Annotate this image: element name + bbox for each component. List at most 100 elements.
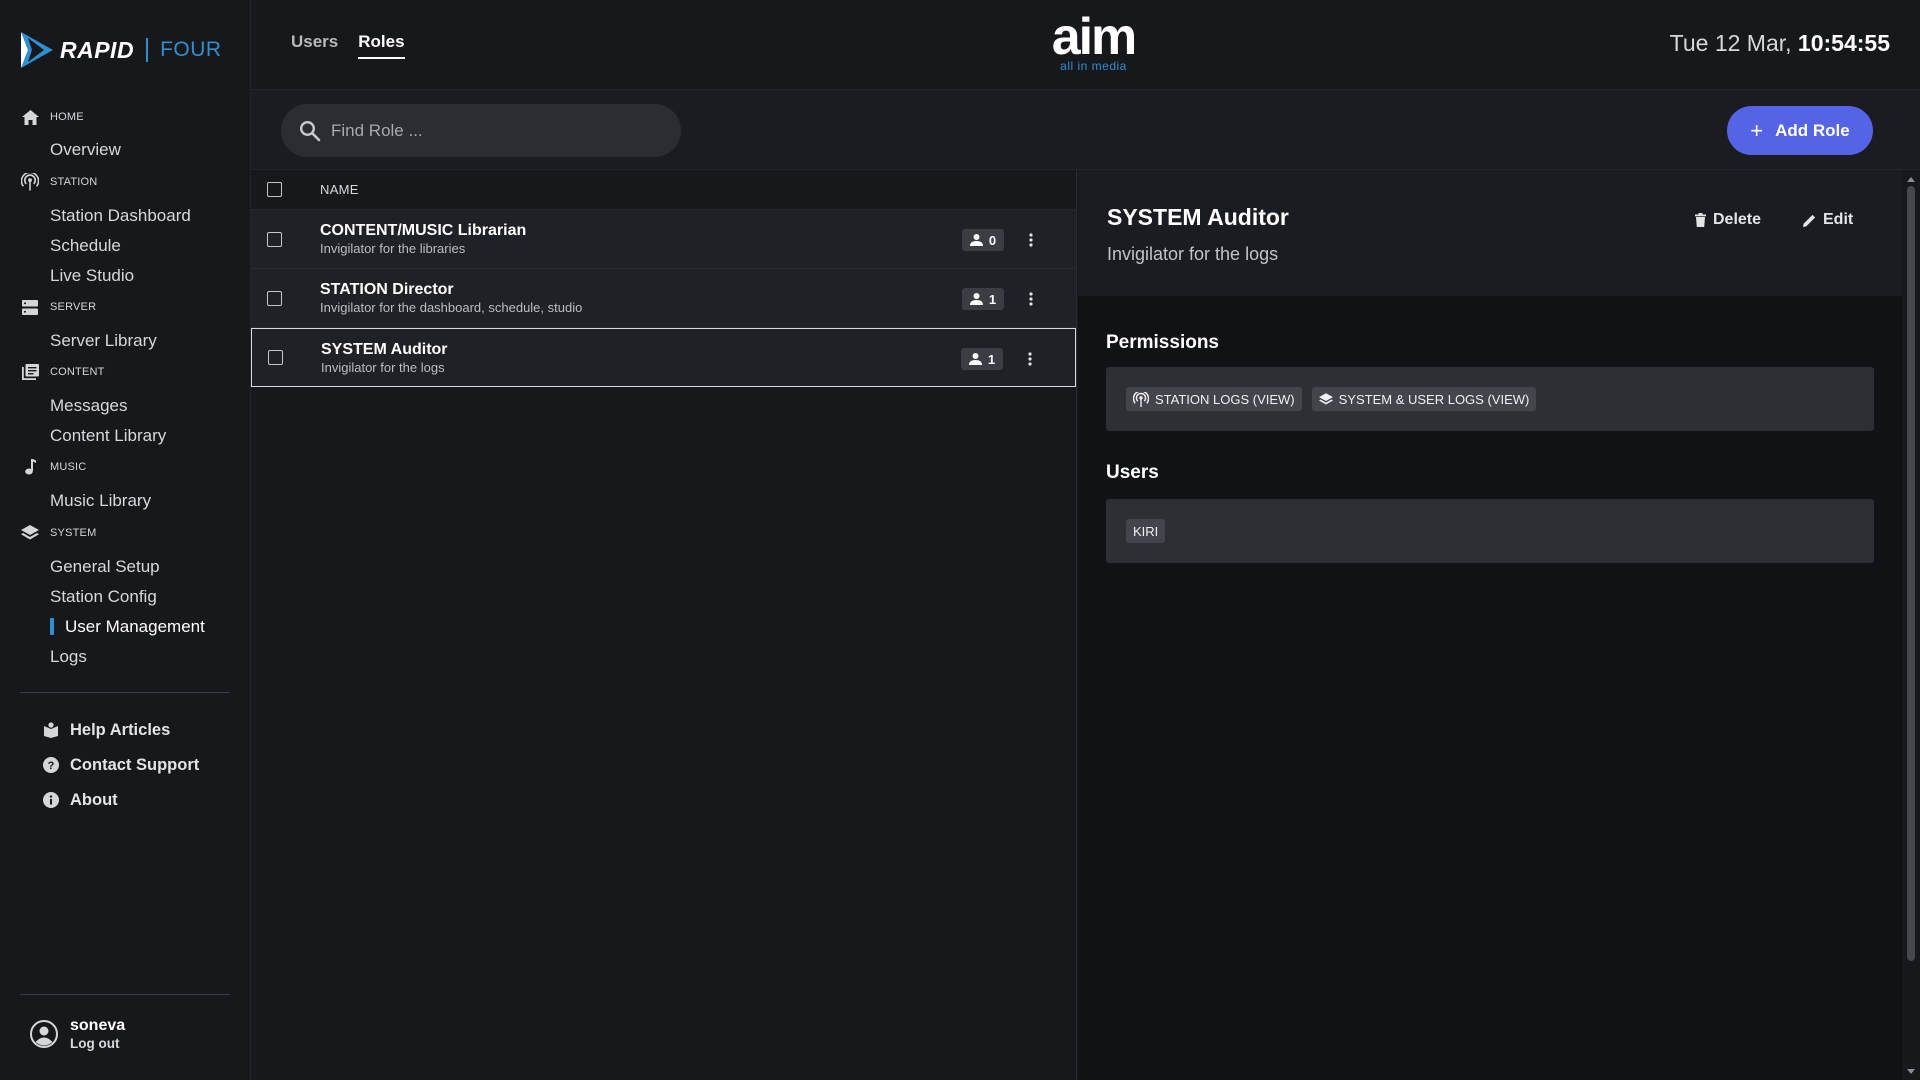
app-root: RAPID FOUR HOME Overview STATION Station…: [0, 0, 1920, 1080]
help-articles-link[interactable]: Help Articles: [42, 718, 170, 742]
tab-users[interactable]: Users: [291, 32, 338, 59]
more-vert-icon[interactable]: [1022, 230, 1040, 250]
sidebar-item-live-studio[interactable]: Live Studio: [50, 264, 134, 288]
rapid-four-logo[interactable]: RAPID FOUR: [20, 30, 222, 70]
trash-icon: [1695, 213, 1706, 227]
sidebar-item-messages[interactable]: Messages: [50, 394, 127, 418]
clock-date: Tue 12 Mar,: [1669, 30, 1792, 56]
section-label: SERVER: [50, 301, 97, 313]
person-icon: [969, 293, 983, 305]
logo-subword: FOUR: [160, 38, 222, 61]
avatar-icon: [30, 1020, 58, 1048]
sidebar-item-content-library[interactable]: Content Library: [50, 424, 166, 448]
more-vert-icon[interactable]: [1021, 349, 1039, 369]
scroll-down-icon[interactable]: [1906, 1066, 1916, 1076]
permissions-title: Permissions: [1106, 332, 1219, 353]
tab-roles[interactable]: Roles: [358, 32, 405, 59]
layers-icon: [21, 524, 39, 542]
scroll-up-icon[interactable]: [1906, 174, 1916, 184]
add-role-button[interactable]: + Add Role: [1727, 106, 1873, 155]
user-count-badge: 1: [961, 348, 1003, 370]
user-chip: KIRI: [1126, 519, 1166, 543]
user-count-badge: 0: [962, 229, 1004, 251]
info-icon: [42, 792, 59, 809]
delete-label: Delete: [1713, 211, 1762, 228]
section-music: MUSIC: [21, 456, 86, 478]
broadcast-icon: [21, 173, 39, 191]
user-count-badge: 1: [962, 288, 1004, 310]
contact-support-link[interactable]: ? Contact Support: [42, 753, 199, 777]
sidebar: RAPID FOUR HOME Overview STATION Station…: [0, 0, 251, 1080]
permission-label: STATION LOGS (VIEW): [1155, 391, 1295, 407]
sidebar-item-station-dashboard[interactable]: Station Dashboard: [50, 204, 191, 228]
sidebar-item-user-management[interactable]: User Management: [50, 615, 205, 639]
permission-chip: SYSTEM & USER LOGS (VIEW): [1311, 387, 1537, 411]
section-system: SYSTEM: [21, 522, 96, 544]
home-icon: [21, 108, 39, 126]
select-all-checkbox[interactable]: [267, 182, 282, 197]
table-row-selected[interactable]: SYSTEM Auditor Invigilator for the logs …: [251, 328, 1076, 387]
user-count: 1: [988, 291, 997, 307]
roles-list: NAME CONTENT/MUSIC Librarian Invigilator…: [251, 170, 1077, 1080]
row-checkbox[interactable]: [267, 231, 282, 247]
aim-brand-logo: aim all in media: [1036, 11, 1151, 76]
add-role-label: Add Role: [1775, 120, 1850, 140]
section-label: HOME: [50, 111, 84, 123]
help-label: Contact Support: [70, 755, 200, 774]
section-home: HOME: [21, 106, 84, 128]
tab-bar: Users Roles: [291, 32, 405, 59]
about-link[interactable]: About: [42, 788, 118, 812]
role-name: SYSTEM Auditor: [321, 340, 448, 358]
sidebar-item-station-config[interactable]: Station Config: [50, 585, 157, 609]
rapid-logo-icon: [21, 32, 53, 68]
music-note-icon: [21, 458, 39, 476]
edit-label: Edit: [1823, 211, 1854, 228]
permissions-box: STATION LOGS (VIEW) SYSTEM & USER LOGS (…: [1106, 367, 1874, 431]
section-label: CONTENT: [50, 366, 105, 378]
search-icon: [299, 120, 321, 141]
user-text: soneva Log out: [70, 1017, 125, 1051]
row-checkbox[interactable]: [268, 350, 283, 365]
broadcast-icon: [1133, 391, 1149, 407]
vertical-scrollbar[interactable]: [1902, 170, 1920, 1080]
help-circle-icon: ?: [42, 757, 59, 774]
role-detail-panel: SYSTEM Auditor Invigilator for the logs …: [1078, 170, 1902, 1080]
scrollbar-thumb[interactable]: [1907, 186, 1915, 961]
sidebar-divider-bottom: [20, 994, 230, 995]
detail-header: SYSTEM Auditor Invigilator for the logs …: [1078, 170, 1902, 296]
clock: Tue 12 Mar, 10:54:55: [1670, 30, 1890, 57]
user-account[interactable]: soneva Log out: [30, 1017, 125, 1051]
row-text: STATION Director Invigilator for the das…: [320, 281, 582, 315]
search-box[interactable]: [281, 104, 681, 157]
sidebar-item-schedule[interactable]: Schedule: [50, 234, 121, 258]
logo-word: RAPID: [60, 36, 135, 63]
sidebar-item-overview[interactable]: Overview: [50, 138, 121, 162]
book-icon: [42, 722, 59, 739]
users-box: KIRI: [1106, 499, 1874, 563]
clock-time: 10:54:55: [1797, 30, 1890, 56]
column-header-name: NAME: [320, 182, 359, 197]
row-checkbox[interactable]: [267, 290, 282, 306]
role-description: Invigilator for the dashboard, schedule,…: [320, 300, 583, 315]
sidebar-divider: [20, 692, 230, 693]
more-vert-icon[interactable]: [1022, 289, 1040, 309]
section-label: STATION: [50, 176, 98, 188]
search-input[interactable]: [331, 120, 661, 141]
logout-link[interactable]: Log out: [70, 1036, 125, 1051]
table-row[interactable]: CONTENT/MUSIC Librarian Invigilator for …: [251, 210, 1076, 269]
sidebar-item-general-setup[interactable]: General Setup: [50, 555, 160, 579]
sidebar-item-server-library[interactable]: Server Library: [50, 329, 157, 353]
sidebar-item-logs[interactable]: Logs: [50, 645, 87, 669]
users-title: Users: [1106, 462, 1159, 483]
table-row[interactable]: STATION Director Invigilator for the das…: [251, 269, 1076, 328]
top-bar: Users Roles aim all in media Tue 12 Mar,…: [251, 0, 1920, 90]
edit-button[interactable]: Edit: [1803, 211, 1853, 229]
permission-chip: STATION LOGS (VIEW): [1126, 387, 1302, 411]
layers-icon: [1318, 392, 1333, 405]
section-content: CONTENT: [21, 361, 105, 383]
delete-button[interactable]: Delete: [1695, 211, 1761, 229]
help-label: About: [70, 790, 118, 809]
server-icon: [21, 298, 39, 316]
sidebar-item-music-library[interactable]: Music Library: [50, 489, 151, 513]
library-icon: [21, 363, 39, 381]
